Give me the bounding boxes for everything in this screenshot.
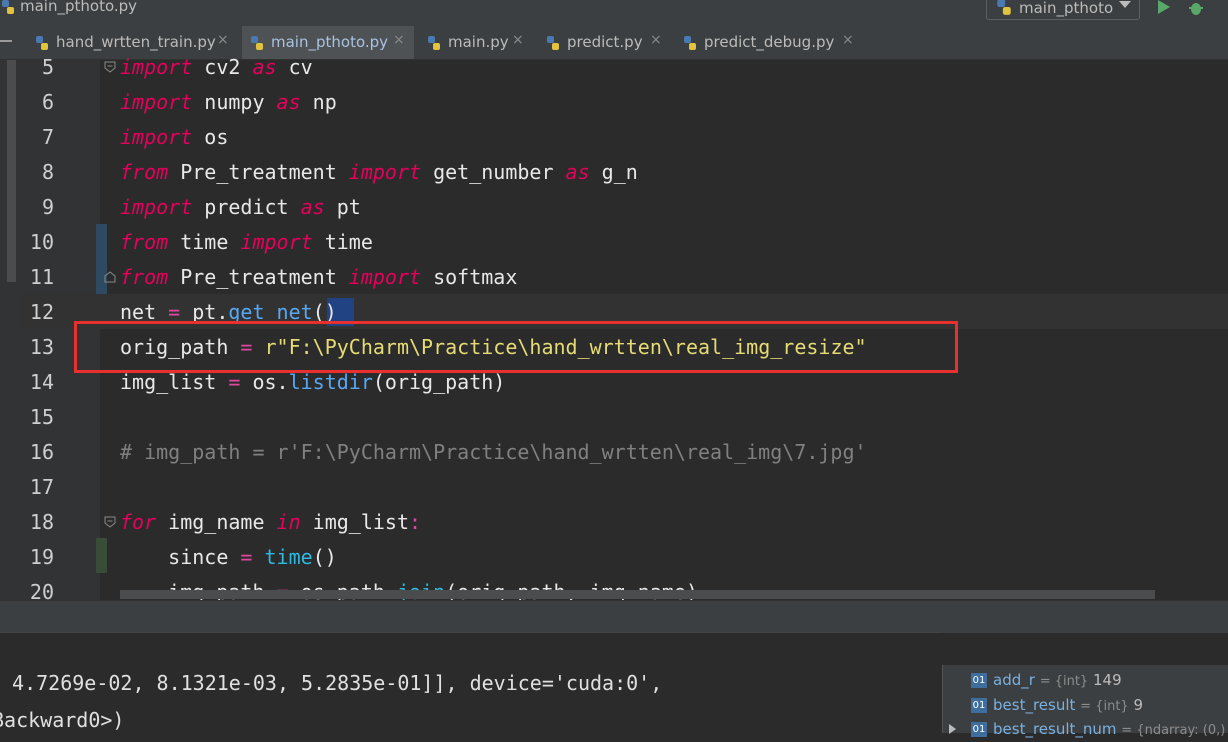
code-line: 11 from Pre_treatment import softmax <box>0 260 1228 295</box>
line-number: 6 <box>41 90 54 114</box>
line-number: 9 <box>41 195 54 219</box>
python-file-icon <box>251 36 263 50</box>
variable-type: = {int} <box>1039 674 1089 689</box>
code-text: import cv2 as cv <box>120 55 313 79</box>
line-number: 20 <box>29 580 54 600</box>
title-bar: main_pthoto.py main_pthoto <box>0 0 1228 26</box>
line-number: 8 <box>41 160 54 184</box>
line-number: 16 <box>29 440 54 464</box>
variable-value: 0,) a <box>1207 723 1228 738</box>
close-icon[interactable]: × <box>842 32 854 48</box>
code-text: for img_name in img_list: <box>120 510 422 534</box>
line-number: 12 <box>29 300 54 324</box>
python-run-config-icon <box>997 0 1011 15</box>
code-text: import os <box>120 125 229 149</box>
run-configuration-select[interactable]: main_pthoto <box>986 0 1140 20</box>
line-number: 5 <box>41 55 54 79</box>
python-file-icon <box>2 0 14 14</box>
python-file-icon <box>684 36 696 50</box>
variable-name: add_r <box>993 671 1035 689</box>
tab-label: hand_wrtten_train.py <box>56 33 216 51</box>
variable-row[interactable]: 01 best_result_num = {ndarray: (0,) a <box>943 718 1228 742</box>
run-configuration-label: main_pthoto <box>1019 0 1114 17</box>
code-text: from Pre_treatment import get_number as … <box>120 160 638 184</box>
code-comment: # img_path = r'F:\PyCharm\Practice\hand_… <box>120 440 867 464</box>
fold-icon[interactable] <box>104 516 116 528</box>
code-line: 6 import numpy as np <box>0 85 1228 120</box>
variable-row[interactable]: 01 best_result = {int} 9 <box>943 694 1228 718</box>
window-file-title-text: main_pthoto.py <box>20 0 138 15</box>
close-icon[interactable]: × <box>512 32 524 48</box>
code-line: 10 from time import time <box>0 225 1228 260</box>
horizontal-scrollbar[interactable] <box>120 590 1155 599</box>
variable-type: = {ndarray: ( <box>1121 723 1208 738</box>
code-line: 9 import predict as pt <box>0 190 1228 225</box>
code-text: import predict as pt <box>120 195 361 219</box>
line-number: 19 <box>29 545 54 569</box>
python-file-icon <box>547 36 559 50</box>
code-line: 5 import cv2 as cv <box>0 50 1228 85</box>
window-file-title: main_pthoto.py <box>0 0 137 15</box>
console-output-line: Backward0>) <box>0 708 125 732</box>
tab-label: predict.py <box>567 33 643 51</box>
line-number: 13 <box>29 335 54 359</box>
code-editor[interactable]: 5 import cv2 as cv 6 import numpy as np … <box>0 55 1228 600</box>
variable-type: = {int} <box>1080 699 1129 714</box>
tool-window-header <box>0 600 1228 633</box>
line-number: 15 <box>29 405 54 429</box>
line-number: 17 <box>29 475 54 499</box>
code-line: 8 from Pre_treatment import get_number a… <box>0 155 1228 190</box>
debug-bug-icon[interactable] <box>1188 0 1204 16</box>
python-file-icon <box>428 36 440 50</box>
python-file-icon <box>36 36 48 50</box>
line-number: 18 <box>29 510 54 534</box>
variable-name: best_result <box>993 696 1076 714</box>
variable-row[interactable]: 01 add_r = {int} 149 <box>943 669 1228 693</box>
line-number: 14 <box>29 370 54 394</box>
tab-label: main.py <box>448 33 509 51</box>
code-line: 7 import os <box>0 120 1228 155</box>
fold-icon[interactable] <box>104 271 116 283</box>
code-text: from Pre_treatment import softmax <box>120 265 518 289</box>
line-number: 7 <box>41 125 54 149</box>
close-icon[interactable]: × <box>217 32 229 48</box>
console-output-line: 4.7269e-02, 8.1321e-03, 5.2835e-01]], de… <box>0 671 663 695</box>
code-line: 16 # img_path = r'F:\PyCharm\Practice\ha… <box>0 435 1228 470</box>
code-line: 18 for img_name in img_list: <box>0 505 1228 540</box>
code-text: from time import time <box>120 230 373 254</box>
debug-console[interactable]: 4.7269e-02, 8.1321e-03, 5.2835e-01]], de… <box>0 632 942 734</box>
tab-scroll-indicator <box>0 40 12 42</box>
variables-panel: 01 add_r = {int} 149 01 best_result = {i… <box>942 665 1228 738</box>
close-icon[interactable]: × <box>393 32 405 48</box>
variable-name: best_result_num <box>993 720 1117 738</box>
variable-value: 9 <box>1133 696 1144 714</box>
code-line: 17 <box>0 470 1228 505</box>
int-variable-icon: 01 <box>971 673 987 688</box>
close-icon[interactable]: × <box>650 32 662 48</box>
ndarray-variable-icon: 01 <box>971 722 987 737</box>
fold-icon[interactable] <box>104 61 116 73</box>
chevron-down-icon <box>1119 1 1131 8</box>
highlight-annotation-box <box>74 321 958 373</box>
line-number: 10 <box>29 230 54 254</box>
tab-label: main_pthoto.py <box>271 33 389 51</box>
code-line: 19 since = time() <box>0 540 1228 575</box>
int-variable-icon: 01 <box>971 698 987 713</box>
line-number: 11 <box>29 265 54 289</box>
tab-label: predict_debug.py <box>704 33 835 51</box>
code-text: import numpy as np <box>120 90 337 114</box>
run-icon[interactable] <box>1158 0 1170 14</box>
variable-value: 149 <box>1092 671 1122 689</box>
code-text: since = time() <box>120 545 337 569</box>
code-line: 15 <box>0 400 1228 435</box>
